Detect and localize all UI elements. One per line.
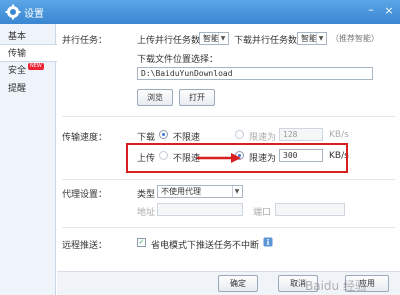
open-button[interactable]: 打开 (179, 89, 215, 106)
chevron-down-icon: ▼ (232, 186, 241, 197)
proxy-type-select[interactable]: 不使用代理 ▼ (157, 185, 243, 198)
divider (62, 116, 395, 117)
title-bar: 设置 – × (0, 0, 400, 24)
sidebar-item-label: 基本 (8, 32, 27, 42)
settings-panel: 并行任务： 上传并行任务数 智能 ▼ 下载并行任务数 智能 ▼ （推荐智能） 下… (57, 24, 400, 295)
browse-button[interactable]: 浏览 (137, 89, 173, 106)
upload-parallel-value: 智能 (203, 34, 219, 43)
proxy-port-label: 端口 (253, 208, 272, 218)
arrow-icon (197, 153, 241, 163)
download-speed-value: 128 (283, 130, 298, 139)
parallel-hint: （推荐智能） (331, 34, 379, 43)
divider (62, 227, 395, 228)
minimize-button[interactable]: – (364, 4, 378, 18)
upload-parallel-select[interactable]: 智能 ▼ (199, 32, 229, 45)
remote-section-label: 远程推送： (62, 241, 108, 251)
watermark: Baidu 经验 (305, 279, 367, 293)
proxy-section-label: 代理设置： (62, 190, 108, 200)
sidebar-item-security[interactable]: 安全 NEW (0, 62, 56, 80)
chevron-down-icon: ▼ (218, 33, 227, 44)
sidebar-item-transfer[interactable]: 传输 (0, 44, 57, 62)
upload-parallel-label: 上传并行任务数 (137, 36, 201, 46)
download-unlimited-radio[interactable] (159, 130, 168, 139)
download-location-label: 下载文件位置选择： (137, 55, 219, 65)
proxy-address-input[interactable] (157, 203, 243, 216)
window-title: 设置 (24, 9, 44, 20)
download-unlimited-label: 不限速 (173, 133, 201, 143)
sidebar-item-label: 安全 (8, 66, 27, 76)
download-limit-label: 限速为 (249, 133, 277, 143)
download-parallel-value: 智能 (301, 34, 317, 43)
download-path-input[interactable]: D:\BaiduYunDownload (137, 67, 373, 80)
ok-button[interactable]: 确定 (218, 275, 258, 292)
divider (62, 179, 395, 180)
proxy-type-value: 不使用代理 (161, 187, 201, 196)
download-parallel-select[interactable]: 智能 ▼ (297, 32, 327, 45)
sidebar-item-label: 提醒 (8, 84, 27, 94)
info-icon[interactable] (263, 237, 273, 247)
sidebar: 基本 传输 安全 NEW 提醒 (0, 24, 57, 295)
remote-push-label: 省电模式下推送任务不中断 (151, 241, 260, 251)
proxy-type-label: 类型 (137, 190, 156, 200)
download-speed-input[interactable]: 128 (279, 128, 323, 141)
download-speed-label: 下载 (137, 133, 156, 143)
gear-icon (5, 4, 21, 20)
close-button[interactable]: × (382, 4, 396, 18)
sidebar-item-reminder[interactable]: 提醒 (0, 80, 56, 98)
download-unit-label: KB/s (329, 130, 349, 140)
speed-section-label: 传输速度： (62, 133, 108, 143)
download-path-value: D:\BaiduYunDownload (141, 69, 233, 78)
new-badge: NEW (28, 63, 44, 70)
proxy-port-input[interactable] (275, 203, 345, 216)
chevron-down-icon: ▼ (316, 33, 325, 44)
remote-push-checkbox[interactable]: ✓ (137, 238, 146, 247)
proxy-address-label: 地址 (137, 208, 156, 218)
sidebar-item-label: 传输 (8, 49, 27, 59)
download-parallel-label: 下载并行任务数 (234, 36, 298, 46)
parallel-section-label: 并行任务： (62, 36, 108, 46)
download-limit-radio[interactable] (235, 130, 244, 139)
